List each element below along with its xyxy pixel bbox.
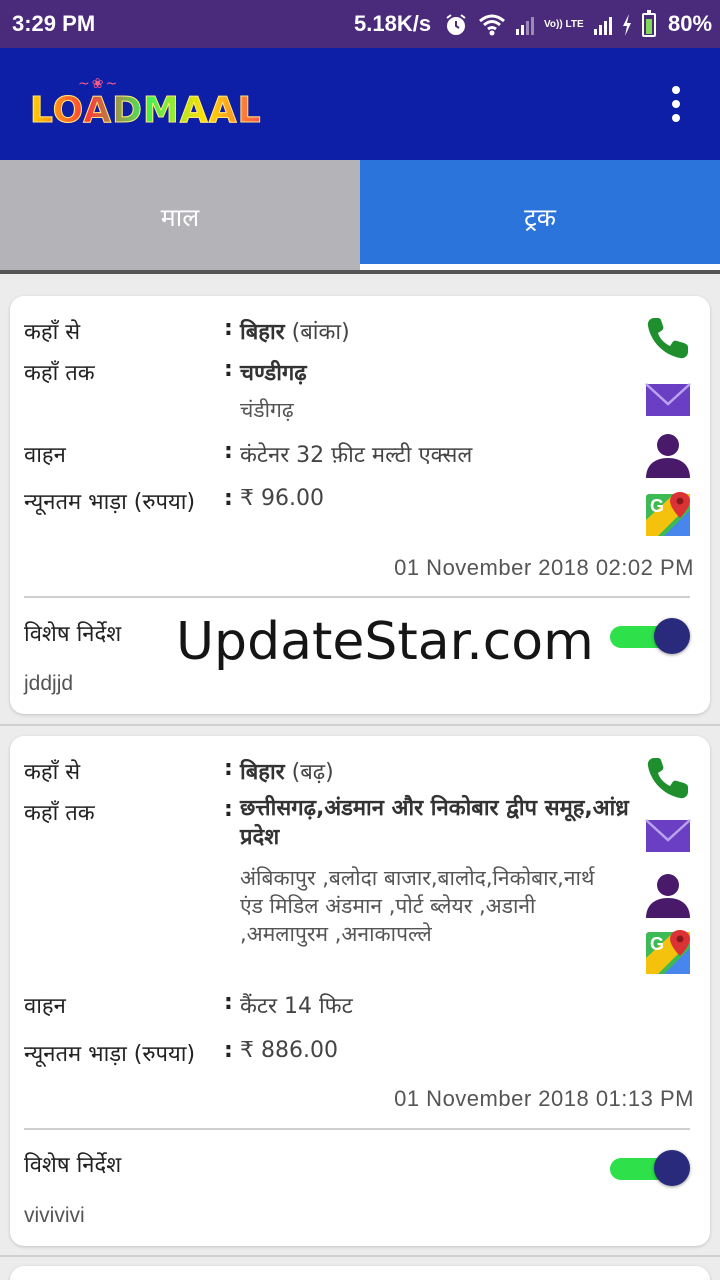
special-instructions-text: jddjjd <box>24 672 74 695</box>
tab-bar: माल ट्रक <box>0 160 720 274</box>
special-instructions-label: विशेष निर्देश <box>24 622 122 647</box>
to-state: छत्तीसगढ़,अंडमान और निकोबार द्वीप समूह,आ… <box>240 796 629 850</box>
tab-goods[interactable]: माल <box>0 160 360 274</box>
posted-datetime: 01 November 2018 01:13 PM <box>394 1086 694 1111</box>
colon: : <box>224 316 233 341</box>
fare-value: ₹ 96.00 <box>240 486 324 511</box>
posted-datetime: 01 November 2018 02:02 PM <box>394 555 694 580</box>
svg-text:G: G <box>650 496 664 516</box>
from-label: कहाँ से <box>24 320 81 345</box>
listing-card[interactable]: कहाँ से : बिहार (बढ़) कहाँ तक : छत्तीसगढ… <box>10 736 710 1246</box>
from-value: बिहार (बांका) <box>240 316 350 346</box>
status-icons: Vo)) LTE <box>444 10 656 38</box>
logo-text: LOADMAAL <box>30 90 262 132</box>
min-fare-label: न्यूनतम भाड़ा (रुपया) <box>24 490 196 515</box>
signal-icon <box>516 15 534 35</box>
to-label: कहाँ तक <box>24 361 95 386</box>
min-fare-label: न्यूनतम भाड़ा (रुपया) <box>24 1042 196 1067</box>
fare-value: ₹ 886.00 <box>240 1038 338 1063</box>
from-state: बिहार <box>240 320 285 345</box>
vehicle-value: कंटेनर 32 फ़ीट मल्टी एक्सल <box>240 443 473 468</box>
phone-icon[interactable] <box>644 754 692 802</box>
special-instructions-text: vivivivi <box>24 1204 85 1227</box>
to-label: कहाँ तक <box>24 801 95 826</box>
user-icon[interactable] <box>644 430 692 478</box>
signal-icon-2 <box>593 15 612 35</box>
alarm-icon <box>446 14 466 35</box>
to-cities: अंबिकापुर ,बलोदा बाजार,बालोद,निकोबार,नार… <box>240 866 595 946</box>
tab-truck-label: ट्रक <box>524 203 556 232</box>
watermark-text: UpdateStar.com <box>176 612 594 672</box>
from-label: कहाँ से <box>24 760 81 785</box>
list-divider <box>0 1255 720 1257</box>
to-state: चण्डीगढ़ <box>240 361 307 386</box>
volte-label: Vo)) LTE <box>544 19 584 30</box>
tab-goods-label: माल <box>160 203 200 232</box>
app-bar: ~❀~ LOADMAAL <box>0 48 720 160</box>
network-speed: 5.18K/s <box>354 11 432 36</box>
colon: : <box>224 990 233 1015</box>
divider <box>24 1128 690 1130</box>
vehicle-label: वाहन <box>24 994 66 1019</box>
from-district: (बढ़) <box>291 760 334 785</box>
tab-truck[interactable]: ट्रक <box>360 160 720 274</box>
special-instructions-toggle[interactable] <box>610 1150 692 1186</box>
colon: : <box>224 439 233 464</box>
vehicle-label: वाहन <box>24 443 66 468</box>
app-logo: ~❀~ LOADMAAL <box>30 76 262 136</box>
battery-percent: 80% <box>668 11 713 36</box>
map-icon[interactable]: G <box>644 490 692 538</box>
tab-divider <box>0 270 720 274</box>
listing-card-partial[interactable] <box>10 1266 710 1280</box>
from-state: बिहार <box>240 760 285 785</box>
user-icon[interactable] <box>644 870 692 918</box>
from-value: बिहार (बढ़) <box>240 756 334 786</box>
map-icon[interactable]: G <box>644 928 692 976</box>
to-value: चण्डीगढ़ <box>240 357 307 387</box>
colon: : <box>224 797 233 822</box>
colon: : <box>224 486 233 511</box>
overflow-menu-icon[interactable] <box>664 84 688 124</box>
wifi-icon <box>479 14 505 36</box>
battery-icon <box>641 10 656 37</box>
divider <box>24 596 690 598</box>
special-instructions-toggle[interactable] <box>610 618 692 654</box>
to-cities: चंडीगढ़ <box>240 398 294 422</box>
special-instructions-label: विशेष निर्देश <box>24 1153 122 1178</box>
mail-icon[interactable] <box>644 376 692 424</box>
phone-icon[interactable] <box>644 314 692 362</box>
colon: : <box>224 756 233 781</box>
colon: : <box>224 357 233 382</box>
mail-icon[interactable] <box>644 812 692 860</box>
status-bar: 3:29 PM 5.18K/s Vo)) LTE 80% <box>0 0 720 48</box>
svg-text:G: G <box>650 934 664 954</box>
charging-icon <box>622 14 631 36</box>
vehicle-value: कैंटर 14 फिट <box>240 994 353 1019</box>
list-divider <box>0 724 720 726</box>
colon: : <box>224 1038 233 1063</box>
status-time: 3:29 PM <box>12 11 96 36</box>
from-district: (बांका) <box>291 320 350 345</box>
